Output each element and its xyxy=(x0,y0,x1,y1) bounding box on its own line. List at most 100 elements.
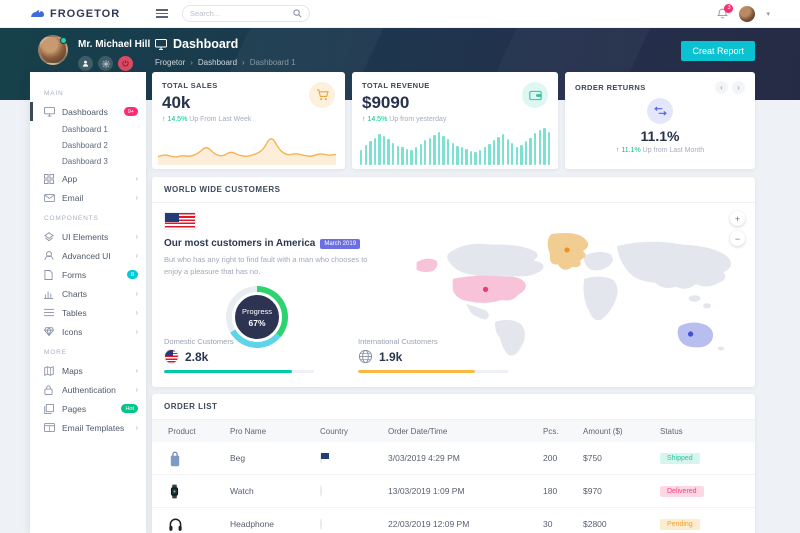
settings-button[interactable] xyxy=(98,56,113,71)
sidebar-item-icons[interactable]: Icons› xyxy=(30,322,146,341)
sidebar-item-authentication[interactable]: Authentication› xyxy=(30,380,146,399)
total-sales-card: TOTAL SALES 40k ↑ 14.5% Up From Last Wee… xyxy=(152,72,345,169)
hamburger-menu-icon[interactable] xyxy=(156,9,168,18)
revenue-bar xyxy=(374,138,376,165)
sidebar-item-pages[interactable]: PagesHot xyxy=(30,399,146,418)
sidebar-item-email-templates[interactable]: Email Templates› xyxy=(30,418,146,437)
table-row[interactable]: Beg3/03/2019 4:29 PM200$750Shipped xyxy=(152,442,755,475)
revenue-bar-chart xyxy=(360,121,550,165)
progress-value: 67% xyxy=(248,318,265,328)
chevron-right-icon: › xyxy=(135,366,138,375)
grid-icon xyxy=(44,173,55,184)
international-customers-value: 1.9k xyxy=(379,350,402,364)
logout-button[interactable] xyxy=(118,56,133,71)
domestic-customers-value: 2.8k xyxy=(185,350,208,364)
order-date: 13/03/2019 1:09 PM xyxy=(388,486,543,496)
sidebar-item-label: Advanced UI xyxy=(62,251,111,261)
revenue-bar xyxy=(479,150,481,165)
sidebar-item-maps[interactable]: Maps › xyxy=(30,361,146,380)
map-zoom-out-button[interactable]: − xyxy=(730,231,745,246)
search-input[interactable] xyxy=(190,9,293,18)
monitor-icon xyxy=(44,106,55,117)
sidebar-item-ui-elements[interactable]: UI Elements › xyxy=(30,227,146,246)
map-icon xyxy=(44,365,55,376)
chevron-right-icon: › xyxy=(135,232,138,241)
revenue-bar xyxy=(529,138,531,165)
order-pcs: 200 xyxy=(543,453,583,463)
column-header: Amount ($) xyxy=(583,427,660,436)
sidebar-item-charts[interactable]: Charts› xyxy=(30,284,146,303)
table-row[interactable]: Headphone22/03/2019 12:09 PM30$2800Pendi… xyxy=(152,508,755,533)
breadcrumb-home[interactable]: Frogetor xyxy=(155,58,185,67)
page-title: Dashboard xyxy=(173,37,238,51)
revenue-bar xyxy=(442,136,444,165)
product-watch-icon xyxy=(168,483,230,500)
column-header: Status xyxy=(660,427,755,436)
us-flag xyxy=(164,212,196,230)
chevron-right-icon: › xyxy=(135,385,138,394)
order-list-card: ORDER LIST ProductPro NameCountryOrder D… xyxy=(152,394,755,533)
sidebar-item-dashboard-2[interactable]: Dashboard 2 xyxy=(30,137,146,153)
sidebar-item-dashboards[interactable]: Dashboards9+ xyxy=(30,102,146,121)
revenue-bar xyxy=(461,147,463,165)
sidebar-item-advanced-ui[interactable]: Advanced UI› xyxy=(30,246,146,265)
revenue-bar xyxy=(383,136,385,165)
revenue-bar xyxy=(369,141,371,165)
chart-icon xyxy=(44,288,55,299)
notifications-button[interactable]: 3 xyxy=(717,8,728,20)
sidebar-badge: Hot xyxy=(121,404,138,413)
chevron-down-icon[interactable]: ▾ xyxy=(766,10,770,18)
sidebar-item-dashboard-3[interactable]: Dashboard 3 xyxy=(30,153,146,169)
sidebar-item-label: UI Elements xyxy=(62,232,108,242)
revenue-bar xyxy=(502,134,504,165)
revenue-bar xyxy=(497,137,499,165)
revenue-bar xyxy=(525,141,527,165)
sidebar-item-app[interactable]: App› xyxy=(30,169,146,188)
revenue-bar xyxy=(438,132,440,165)
map-zoom-in-button[interactable]: + xyxy=(730,211,745,226)
profile-avatar[interactable] xyxy=(38,35,68,65)
revenue-bar xyxy=(429,138,431,165)
revenue-bar xyxy=(456,146,458,165)
revenue-bar xyxy=(420,144,422,165)
revenue-bar xyxy=(507,139,509,165)
revenue-bar xyxy=(516,147,518,165)
product-headphone-icon xyxy=(168,516,230,532)
sidebar-item-forms[interactable]: Forms8 xyxy=(30,265,146,284)
breadcrumb-section[interactable]: Dashboard xyxy=(198,58,237,67)
revenue-bar xyxy=(415,147,417,165)
sidebar-item-dashboard-1[interactable]: Dashboard 1 xyxy=(30,121,146,137)
sidebar: MAINDashboards9+Dashboard 1Dashboard 2Da… xyxy=(30,72,146,533)
sidebar-section-label: MORE xyxy=(44,349,146,356)
section-title: WORLD WIDE CUSTOMERS xyxy=(152,177,755,203)
sidebar-item-tables[interactable]: Tables› xyxy=(30,303,146,322)
product-bag-icon xyxy=(168,450,230,467)
table-icon xyxy=(44,307,55,318)
sidebar-item-label: Maps xyxy=(62,366,83,376)
column-header: Product xyxy=(168,427,230,436)
brand-logo[interactable]: FROGETOR xyxy=(30,8,148,20)
carousel-next-button[interactable]: › xyxy=(732,81,745,94)
carousel-prev-button[interactable]: ‹ xyxy=(715,81,728,94)
app-screen: FROGETOR 3 ▾ Mr. Michael Hill xyxy=(0,0,800,533)
table-header-row: ProductPro NameCountryOrder Date/TimePcs… xyxy=(152,420,755,442)
create-report-button[interactable]: Creat Report xyxy=(681,41,755,61)
progress-label: Progress xyxy=(242,307,272,316)
cart-icon xyxy=(309,82,335,108)
map-region-alaska xyxy=(417,259,438,272)
search-icon[interactable] xyxy=(293,9,302,18)
revenue-bar xyxy=(520,145,522,165)
notification-badge: 3 xyxy=(724,4,733,13)
revenue-bar xyxy=(511,143,513,165)
revenue-bar xyxy=(484,147,486,165)
revenue-bar xyxy=(493,140,495,165)
user-avatar[interactable] xyxy=(739,6,755,22)
profile-button[interactable] xyxy=(78,56,93,71)
sidebar-item-email[interactable]: Email› xyxy=(30,188,146,207)
country-flag-es xyxy=(320,518,322,530)
mail-icon xyxy=(44,192,55,203)
table-row[interactable]: Watch13/03/2019 1:09 PM180$970Delivered xyxy=(152,475,755,508)
ui-elements-icon xyxy=(44,231,55,242)
total-revenue-value: $9090 xyxy=(362,93,548,113)
chevron-right-icon: › xyxy=(135,308,138,317)
